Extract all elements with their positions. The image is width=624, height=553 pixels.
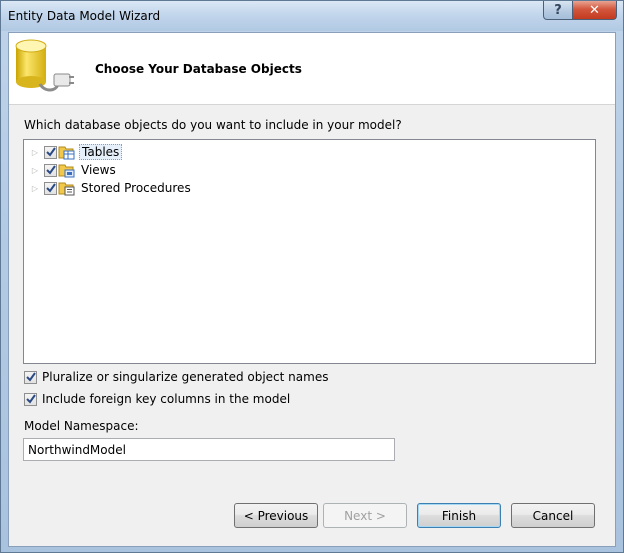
previous-button[interactable]: < Previous xyxy=(234,503,318,528)
finish-button[interactable]: Finish xyxy=(417,503,501,528)
window-title: Entity Data Model Wizard xyxy=(8,9,161,23)
tables-icon xyxy=(58,146,75,160)
next-button: Next > xyxy=(323,503,407,528)
pluralize-checkbox[interactable] xyxy=(24,370,37,384)
title-bar[interactable]: Entity Data Model Wizard ? ✕ xyxy=(1,1,623,31)
views-icon xyxy=(58,164,75,178)
namespace-input[interactable] xyxy=(23,438,395,461)
tree-item-views[interactable]: ▷ Views xyxy=(30,161,118,179)
checkmark-icon xyxy=(25,394,36,404)
wizard-header: Choose Your Database Objects xyxy=(9,33,615,105)
database-objects-tree[interactable]: ▷ Tables ▷ Views ▷ Stored Procedures xyxy=(23,139,596,364)
object-prompt: Which database objects do you want to in… xyxy=(24,118,402,132)
foreign-keys-option[interactable]: Include foreign key columns in the model xyxy=(24,391,290,407)
foreign-keys-checkbox[interactable] xyxy=(24,392,37,406)
foreign-keys-label: Include foreign key columns in the model xyxy=(42,392,291,406)
checkmark-icon xyxy=(45,183,56,193)
expand-arrow-icon[interactable]: ▷ xyxy=(30,165,40,175)
wizard-window: Entity Data Model Wizard ? ✕ Choose Your… xyxy=(0,0,624,553)
dialog-body: Choose Your Database Objects Which datab… xyxy=(8,32,616,547)
expand-arrow-icon[interactable]: ▷ xyxy=(30,183,40,193)
pluralize-option[interactable]: Pluralize or singularize generated objec… xyxy=(24,369,328,385)
tree-item-label: Stored Procedures xyxy=(81,181,191,195)
pluralize-label: Pluralize or singularize generated objec… xyxy=(42,370,329,384)
cancel-button[interactable]: Cancel xyxy=(511,503,595,528)
checkmark-icon xyxy=(25,372,36,382)
checkmark-icon xyxy=(45,165,56,175)
tree-item-label: Views xyxy=(81,163,116,177)
tables-checkbox[interactable] xyxy=(44,145,57,159)
namespace-label: Model Namespace: xyxy=(24,419,139,433)
views-checkbox[interactable] xyxy=(44,163,57,177)
checkmark-icon xyxy=(45,147,56,157)
stored-procedures-icon xyxy=(58,182,75,196)
tree-item-stored-procedures[interactable]: ▷ Stored Procedures xyxy=(30,179,193,197)
title-buttons: ? ✕ xyxy=(543,1,617,21)
expand-arrow-icon[interactable]: ▷ xyxy=(30,147,40,157)
close-button[interactable]: ✕ xyxy=(573,1,617,20)
stored-procedures-checkbox[interactable] xyxy=(44,181,57,195)
tree-item-label: Tables xyxy=(79,144,123,160)
tree-item-tables[interactable]: ▷ Tables xyxy=(30,143,123,161)
page-title: Choose Your Database Objects xyxy=(95,62,302,76)
database-connection-icon xyxy=(15,39,74,92)
help-button[interactable]: ? xyxy=(543,1,573,20)
